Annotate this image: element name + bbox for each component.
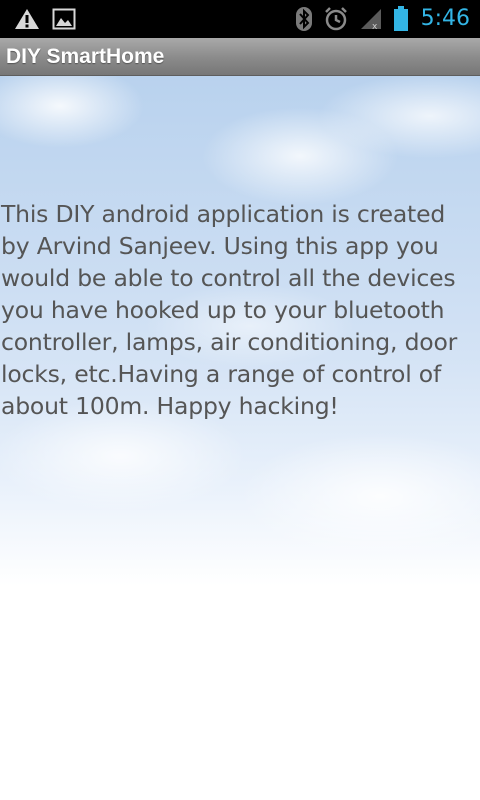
- battery-icon: [393, 6, 409, 32]
- notification-icons: [0, 7, 76, 31]
- clock-time: 5:46: [420, 6, 470, 31]
- system-icons: x 5:46: [295, 0, 480, 38]
- bluetooth-icon: [295, 6, 313, 32]
- alarm-icon: [323, 6, 349, 32]
- content-area: This DIY android application is created …: [0, 76, 480, 800]
- app-description: This DIY android application is created …: [1, 200, 458, 420]
- signal-icon: x: [359, 7, 383, 31]
- warning-icon: [14, 7, 40, 31]
- status-bar: x 5:46: [0, 0, 480, 38]
- svg-text:x: x: [372, 22, 378, 31]
- app-title: DIY SmartHome: [6, 45, 165, 68]
- app-screen: x 5:46 DIY SmartHome This DIY android ap…: [0, 0, 480, 800]
- app-title-bar: DIY SmartHome: [0, 38, 480, 76]
- image-icon: [52, 8, 76, 30]
